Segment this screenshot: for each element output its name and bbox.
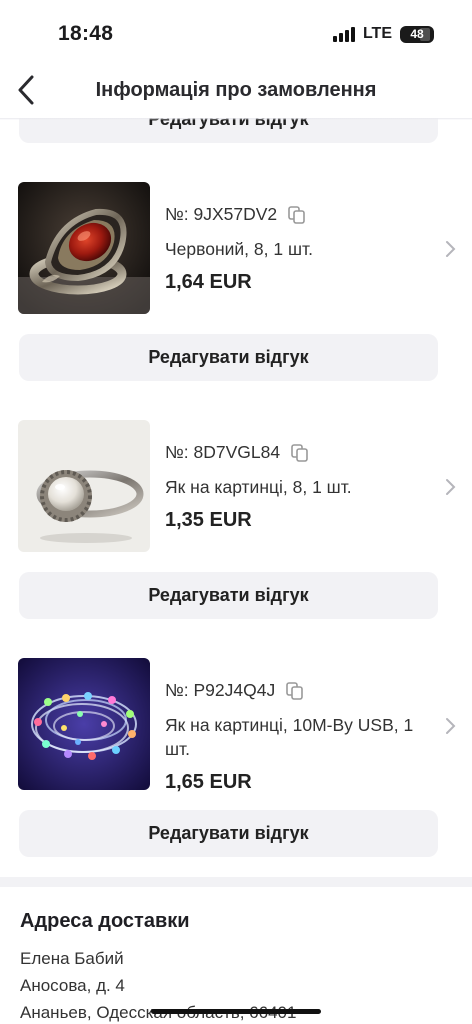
edit-review-button[interactable]: Редагувати відгук — [19, 810, 438, 857]
order-number-text: №: 8D7VGL84 — [165, 442, 281, 462]
cellular-signal-icon — [332, 26, 355, 42]
recipient-name: Елена Бабий — [20, 949, 124, 968]
product-image-fairy-lights — [18, 658, 150, 790]
chevron-right-icon — [444, 239, 458, 259]
delivery-address-title: Адреса доставки — [20, 910, 190, 932]
status-bar: 18:48 LTE 48 — [0, 0, 472, 64]
copy-icon[interactable] — [287, 205, 307, 225]
product-price: 1,65 EUR — [165, 771, 252, 793]
edit-review-button[interactable]: Редагувати відгук — [19, 572, 438, 619]
order-item[interactable]: №: 9JX57DV2 Червоний, 8, 1 шт. 1,64 EUR — [18, 182, 458, 316]
address-street: Аносова, д. 4 — [20, 976, 125, 995]
product-price: 1,35 EUR — [165, 509, 252, 531]
copy-icon[interactable] — [290, 443, 310, 463]
product-info: №: 8D7VGL84 Як на картинці, 8, 1 шт. 1,3… — [165, 420, 425, 532]
product-variant: Як на картинці, 10M-By USB, 1 шт. — [165, 715, 414, 759]
order-item[interactable]: №: P92J4Q4J Як на картинці, 10M-By USB, … — [18, 658, 458, 794]
battery-level: 48 — [410, 27, 424, 41]
status-indicators: LTE 48 — [332, 25, 434, 43]
home-indicator[interactable] — [151, 1009, 321, 1014]
edit-review-button[interactable]: Редагувати відгук — [19, 334, 438, 381]
product-image-red-ring — [18, 182, 150, 314]
page-title: Інформація про замовлення — [95, 79, 377, 101]
nav-divider — [0, 118, 472, 120]
order-number: №: P92J4Q4J — [165, 680, 425, 701]
navigation-bar: Інформація про замовлення — [0, 64, 472, 120]
order-number: №: 8D7VGL84 — [165, 442, 425, 463]
order-number-text: №: P92J4Q4J — [165, 680, 276, 700]
product-info: №: P92J4Q4J Як на картинці, 10M-By USB, … — [165, 658, 425, 794]
product-variant: Червоний, 8, 1 шт. — [165, 239, 313, 259]
section-divider — [0, 877, 472, 887]
order-number-text: №: 9JX57DV2 — [165, 204, 278, 224]
product-price: 1,64 EUR — [165, 271, 252, 293]
order-item[interactable]: №: 8D7VGL84 Як на картинці, 8, 1 шт. 1,3… — [18, 420, 458, 554]
chevron-right-icon — [444, 716, 458, 736]
order-number: №: 9JX57DV2 — [165, 204, 425, 225]
product-variant: Як на картинці, 8, 1 шт. — [165, 477, 352, 497]
product-info: №: 9JX57DV2 Червоний, 8, 1 шт. 1,64 EUR — [165, 182, 425, 294]
status-time: 18:48 — [58, 22, 114, 45]
chevron-right-icon — [444, 477, 458, 497]
copy-icon[interactable] — [285, 681, 305, 701]
battery-icon: 48 — [400, 25, 434, 43]
product-image-pearl-ring — [18, 420, 150, 552]
network-type: LTE — [362, 25, 392, 42]
